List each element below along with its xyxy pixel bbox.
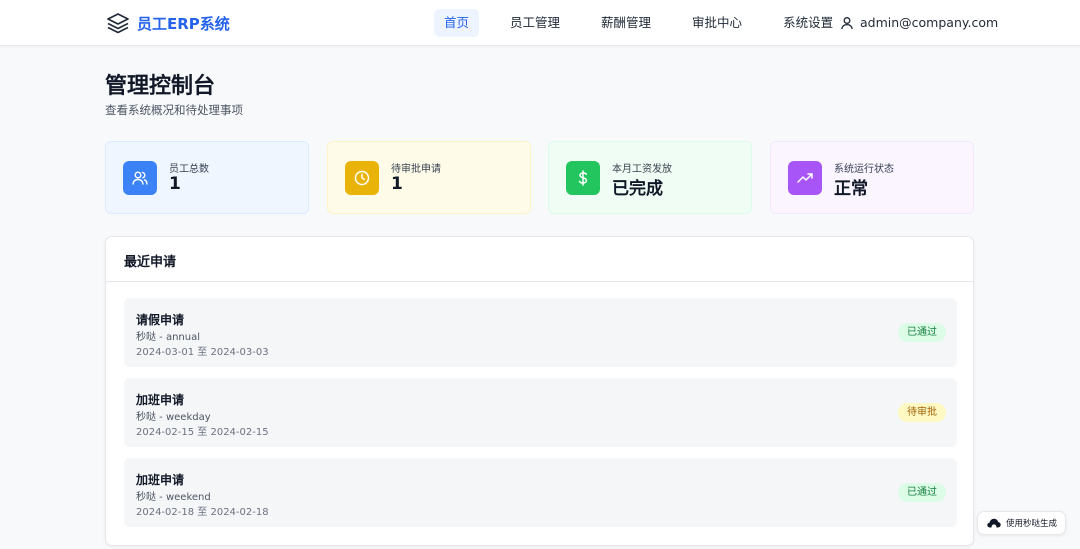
- made-with-label: 使用秒哒生成: [1006, 519, 1058, 529]
- page-subtitle: 查看系统概况和待处理事项: [105, 103, 243, 117]
- top-navigation-bar: 员工ERP系统 首页 员工管理 薪酬管理 审批中心 系统设置 admin@com…: [0, 0, 1080, 46]
- request-date-range: 2024-02-15 至 2024-02-15: [136, 427, 269, 438]
- stat-icon-box: [123, 161, 157, 195]
- status-badge: 已通过: [898, 323, 946, 342]
- nav-item-employees[interactable]: 员工管理: [500, 9, 570, 37]
- user-menu[interactable]: admin@company.com: [840, 15, 998, 30]
- nav-item-approvals[interactable]: 审批中心: [682, 9, 752, 37]
- request-date-range: 2024-02-18 至 2024-02-18: [136, 507, 269, 518]
- stat-value: 1: [169, 174, 181, 194]
- layers-icon: [107, 13, 129, 34]
- page-title: 管理控制台: [105, 74, 216, 99]
- users-icon: [132, 171, 148, 185]
- request-subtitle: 秒哒 - annual: [136, 332, 201, 343]
- app-logo[interactable]: 员工ERP系统: [105, 11, 230, 35]
- status-badge: 已通过: [898, 483, 946, 502]
- stat-card-system-status: 系统运行状态 正常: [770, 141, 974, 214]
- stat-label: 本月工资发放: [612, 164, 672, 175]
- request-title: 加班申请: [136, 473, 185, 487]
- clock-icon: [354, 170, 370, 186]
- panel-title: 最近申请: [106, 237, 973, 282]
- cloud-logo-icon: [987, 518, 1001, 528]
- trending-up-icon: [797, 173, 813, 183]
- stat-icon-box: [566, 161, 600, 195]
- request-subtitle: 秒哒 - weekday: [136, 412, 211, 423]
- stat-icon-box: [788, 161, 822, 195]
- made-with-badge[interactable]: 使用秒哒生成: [977, 511, 1066, 535]
- nav-item-home[interactable]: 首页: [434, 9, 480, 37]
- request-item[interactable]: 加班申请 秒哒 - weekend 2024-02-18 至 2024-02-1…: [124, 458, 957, 527]
- stat-card-payroll: 本月工资发放 已完成: [548, 141, 752, 214]
- user-icon: [841, 16, 853, 29]
- stat-card-employees: 员工总数 1: [105, 141, 309, 214]
- request-title: 请假申请: [136, 313, 185, 327]
- status-badge: 待审批: [898, 403, 946, 422]
- dollar-icon: [578, 170, 588, 186]
- stat-label: 员工总数: [169, 164, 209, 175]
- user-email: admin@company.com: [860, 15, 999, 30]
- stat-value: 已完成: [612, 179, 663, 199]
- request-subtitle: 秒哒 - weekend: [136, 492, 211, 503]
- request-item[interactable]: 加班申请 秒哒 - weekday 2024-02-15 至 2024-02-1…: [124, 378, 957, 447]
- stat-value: 1: [391, 174, 403, 194]
- request-title: 加班申请: [136, 393, 185, 407]
- recent-requests-panel: 最近申请 请假申请 秒哒 - annual 2024-03-01 至 2024-…: [105, 236, 974, 546]
- app-title: 员工ERP系统: [137, 14, 230, 33]
- stat-label: 待审批申请: [391, 164, 441, 175]
- stat-icon-box: [345, 161, 379, 195]
- main-nav: 首页 员工管理 薪酬管理 审批中心 系统设置: [434, 9, 864, 37]
- request-date-range: 2024-03-01 至 2024-03-03: [136, 347, 269, 358]
- stat-card-pending-approvals: 待审批申请 1: [327, 141, 531, 214]
- nav-item-payroll[interactable]: 薪酬管理: [591, 9, 661, 37]
- stat-value: 正常: [834, 179, 868, 199]
- stat-label: 系统运行状态: [834, 164, 894, 175]
- request-item[interactable]: 请假申请 秒哒 - annual 2024-03-01 至 2024-03-03…: [124, 298, 957, 367]
- nav-item-settings[interactable]: 系统设置: [773, 9, 843, 37]
